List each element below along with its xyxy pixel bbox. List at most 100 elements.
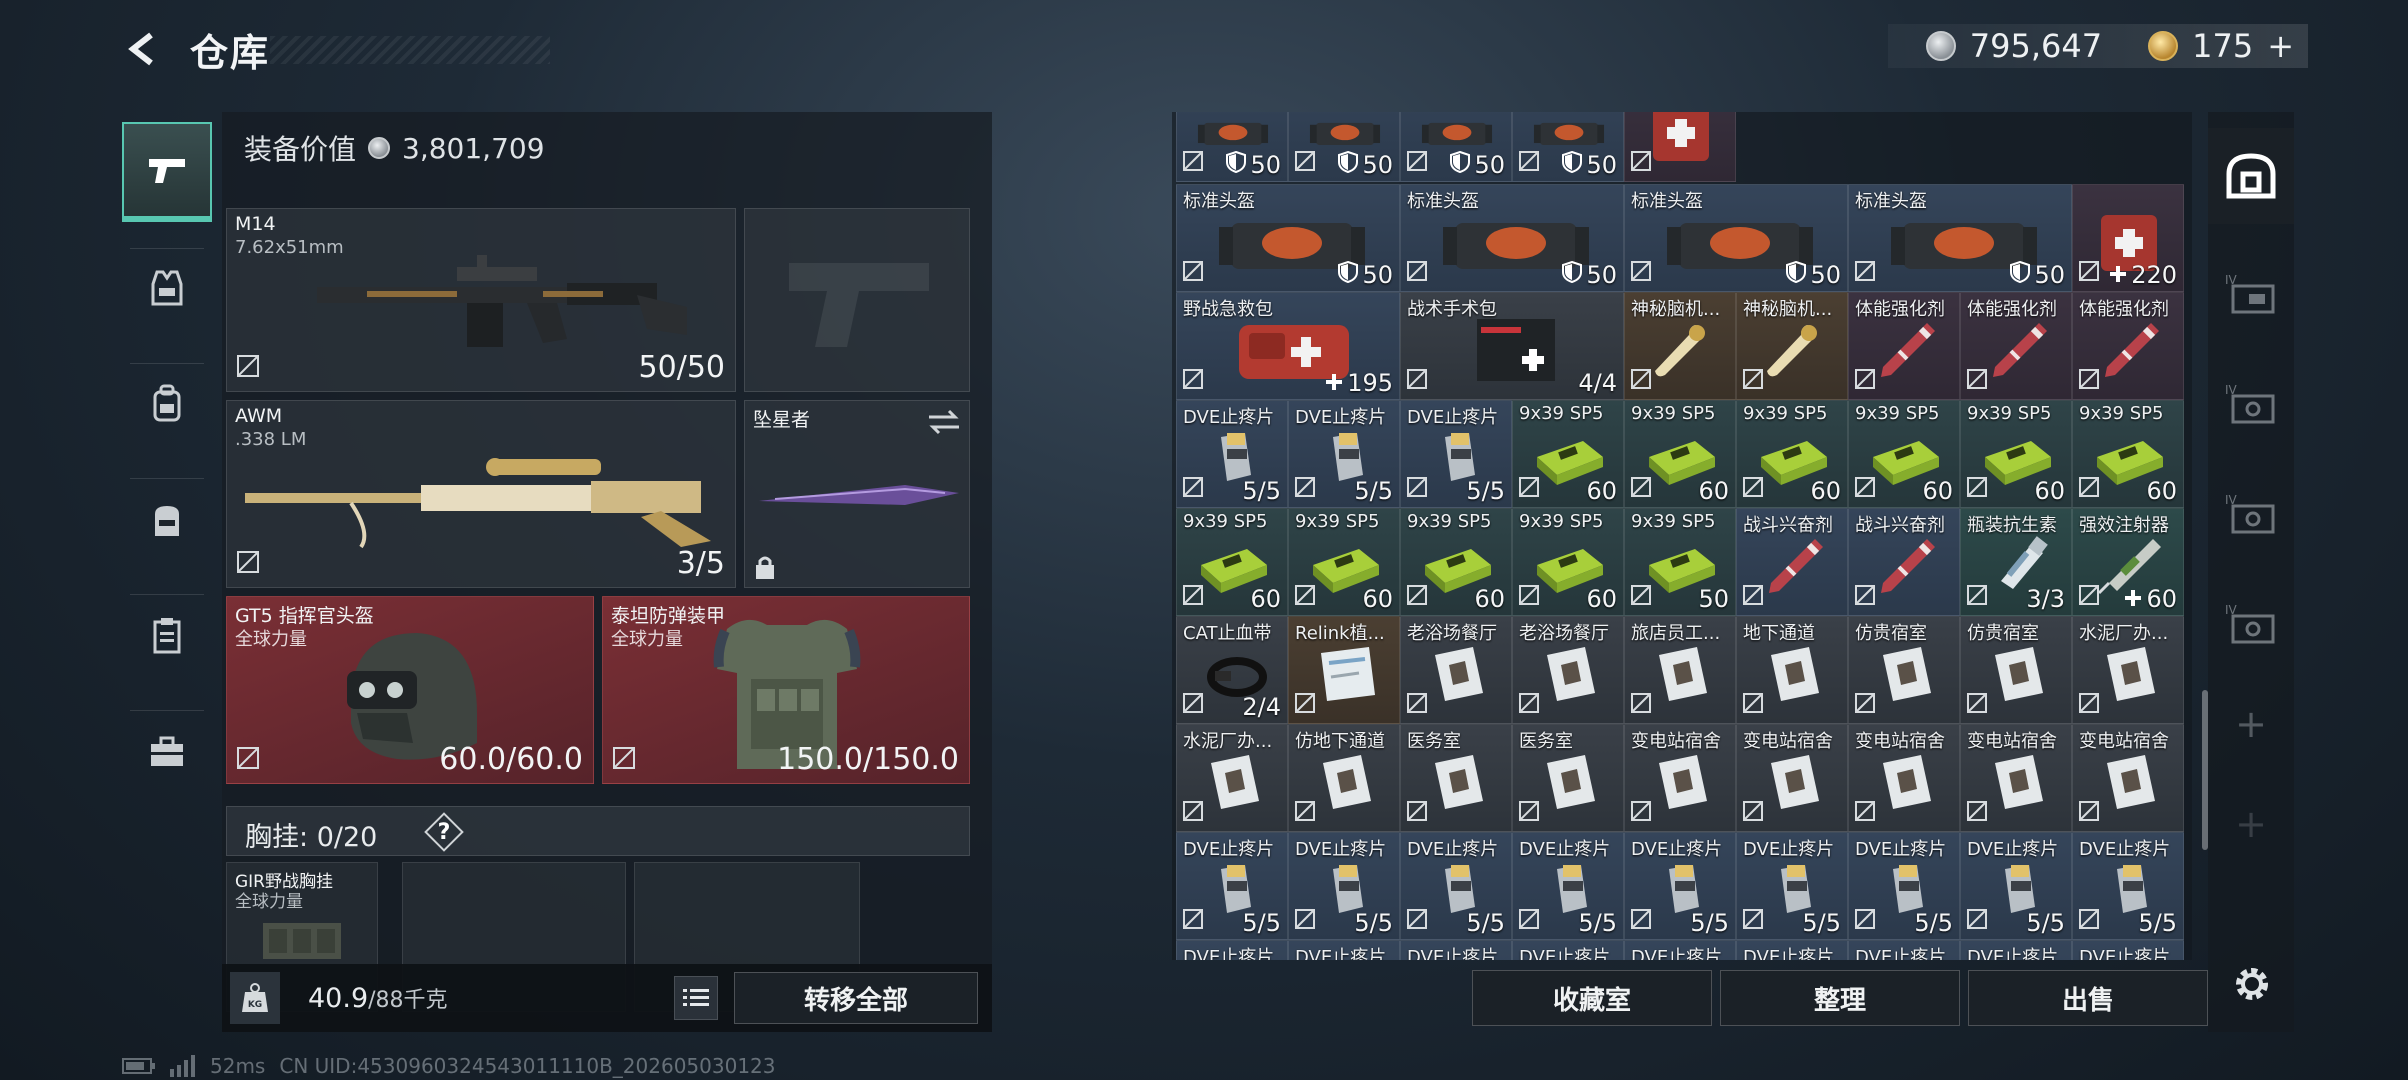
- warehouse-item[interactable]: 体能强化剂: [1848, 292, 1960, 400]
- primary-weapon-slot[interactable]: M14 7.62x51mm 50/50: [226, 208, 736, 392]
- warehouse-item[interactable]: DVE止疼片 5/5: [1624, 832, 1736, 940]
- armor-slot[interactable]: 泰坦防弹装甲 全球力量 150.0/150.0: [602, 596, 970, 784]
- warehouse-grid-panel[interactable]: 50 50 50 50 标准头盔 50 标准头盔 50 标准头盔 50 标准头盔 50 220 野战急救包…: [1172, 112, 2192, 960]
- warehouse-item[interactable]: 变电站宿舍: [1960, 724, 2072, 832]
- warehouse-item[interactable]: DVE止疼片 5/5: [1288, 832, 1400, 940]
- warehouse-item[interactable]: 仿贵宿室: [1960, 616, 2072, 724]
- warehouse-item[interactable]: DVE止疼片 5/5: [1400, 400, 1512, 508]
- warehouse-item[interactable]: DVE止疼片: [1736, 940, 1848, 960]
- organize-button[interactable]: 整理: [1720, 970, 1960, 1026]
- help-icon[interactable]: ?: [427, 815, 461, 849]
- warehouse-item[interactable]: 变电站宿舍: [1848, 724, 1960, 832]
- rail-item-case-1[interactable]: IV: [2208, 246, 2294, 342]
- warehouse-item[interactable]: 旅店员工...: [1624, 616, 1736, 724]
- warehouse-item[interactable]: 神秘脑机...: [1624, 292, 1736, 400]
- warehouse-item[interactable]: 战术手术包 4/4: [1400, 292, 1624, 400]
- warehouse-item[interactable]: 标准头盔 50: [1400, 184, 1624, 292]
- warehouse-item[interactable]: DVE止疼片: [1624, 940, 1736, 960]
- collection-room-button[interactable]: 收藏室: [1472, 970, 1712, 1026]
- warehouse-item[interactable]: DVE止疼片: [1848, 940, 1960, 960]
- sell-button[interactable]: 出售: [1968, 970, 2208, 1026]
- warehouse-item[interactable]: DVE止疼片: [1960, 940, 2072, 960]
- rail-item-toolbox[interactable]: [122, 702, 212, 802]
- warehouse-item[interactable]: CAT止血带 2/4: [1176, 616, 1288, 724]
- warehouse-item[interactable]: 9x39 SP5 60: [1512, 508, 1624, 616]
- warehouse-item[interactable]: 地下通道: [1736, 616, 1848, 724]
- warehouse-item[interactable]: DVE止疼片 5/5: [1288, 400, 1400, 508]
- warehouse-item[interactable]: 医务室: [1400, 724, 1512, 832]
- rail-item-bag[interactable]: [122, 470, 212, 570]
- warehouse-item[interactable]: 神秘脑机...: [1736, 292, 1848, 400]
- secondary-weapon-slot[interactable]: AWM .338 LM 3/5: [226, 400, 736, 588]
- warehouse-item[interactable]: 变电站宿舍: [1736, 724, 1848, 832]
- warehouse-item[interactable]: Relink植...: [1288, 616, 1400, 724]
- warehouse-item[interactable]: 50: [1400, 112, 1512, 182]
- warehouse-item[interactable]: 9x39 SP5 60: [1400, 508, 1512, 616]
- warehouse-item[interactable]: DVE止疼片: [1512, 940, 1624, 960]
- rail-item-weapons[interactable]: [122, 122, 212, 222]
- warehouse-item[interactable]: 仿贵宿室: [1848, 616, 1960, 724]
- back-button[interactable]: [118, 24, 168, 74]
- swap-icon[interactable]: [927, 409, 961, 435]
- gold-add-button[interactable]: +: [2267, 27, 2294, 65]
- warehouse-item[interactable]: 9x39 SP5 60: [1960, 400, 2072, 508]
- warehouse-item[interactable]: 野战急救包 195: [1176, 292, 1400, 400]
- warehouse-item[interactable]: 水泥厂办...: [1176, 724, 1288, 832]
- warehouse-item[interactable]: 老浴场餐厅: [1400, 616, 1512, 724]
- warehouse-item[interactable]: 9x39 SP5 60: [1176, 508, 1288, 616]
- warehouse-item[interactable]: 9x39 SP5 60: [2072, 400, 2184, 508]
- warehouse-item[interactable]: 水泥厂办...: [2072, 616, 2184, 724]
- warehouse-item[interactable]: 220: [2072, 184, 2184, 292]
- transfer-all-button[interactable]: 转移全部: [734, 972, 978, 1024]
- warehouse-item[interactable]: DVE止疼片 5/5: [1176, 832, 1288, 940]
- rail-item-case-4[interactable]: IV: [2208, 576, 2294, 672]
- warehouse-item[interactable]: 战斗兴奋剂: [1736, 508, 1848, 616]
- warehouse-item[interactable]: DVE止疼片: [1288, 940, 1400, 960]
- warehouse-item[interactable]: DVE止疼片 5/5: [2072, 832, 2184, 940]
- rail-item-backpack[interactable]: [122, 354, 212, 454]
- rail-item-safe[interactable]: [2208, 128, 2294, 224]
- warehouse-item[interactable]: 强效注射器 60: [2072, 508, 2184, 616]
- rail-item-clipboard[interactable]: [122, 586, 212, 686]
- warehouse-item[interactable]: 体能强化剂: [2072, 292, 2184, 400]
- warehouse-item[interactable]: 50: [1512, 112, 1624, 182]
- warehouse-item[interactable]: 9x39 SP5 60: [1848, 400, 1960, 508]
- warehouse-item[interactable]: 战斗兴奋剂: [1848, 508, 1960, 616]
- warehouse-item[interactable]: 9x39 SP5 60: [1512, 400, 1624, 508]
- warehouse-item[interactable]: DVE止疼片 5/5: [1960, 832, 2072, 940]
- warehouse-item[interactable]: 50: [1288, 112, 1400, 182]
- warehouse-item[interactable]: DVE止疼片 5/5: [1176, 400, 1288, 508]
- warehouse-item[interactable]: 标准头盔 50: [1176, 184, 1400, 292]
- add-container-button[interactable]: +: [2208, 776, 2294, 872]
- warehouse-item[interactable]: 9x39 SP5 60: [1736, 400, 1848, 508]
- warehouse-item[interactable]: DVE止疼片 5/5: [1400, 832, 1512, 940]
- warehouse-item[interactable]: 9x39 SP5 60: [1624, 400, 1736, 508]
- list-view-button[interactable]: [674, 976, 718, 1020]
- warehouse-item[interactable]: DVE止疼片 5/5: [1848, 832, 1960, 940]
- warehouse-item[interactable]: DVE止疼片 5/5: [1512, 832, 1624, 940]
- rail-item-case-2[interactable]: IV: [2208, 356, 2294, 452]
- warehouse-item[interactable]: 标准头盔 50: [1624, 184, 1848, 292]
- warehouse-item[interactable]: 仿地下通道: [1288, 724, 1400, 832]
- warehouse-item[interactable]: 9x39 SP5 60: [1288, 508, 1400, 616]
- add-container-button[interactable]: +: [2208, 676, 2294, 772]
- warehouse-item[interactable]: 体能强化剂: [1960, 292, 2072, 400]
- warehouse-item[interactable]: 变电站宿舍: [1624, 724, 1736, 832]
- warehouse-item[interactable]: 医务室: [1512, 724, 1624, 832]
- helmet-slot[interactable]: GT5 指挥官头盔 全球力量 60.0/60.0: [226, 596, 594, 784]
- sidearm-slot-empty[interactable]: [744, 208, 970, 392]
- warehouse-item[interactable]: DVE止疼片: [2072, 940, 2184, 960]
- melee-slot[interactable]: 坠星者: [744, 400, 970, 588]
- warehouse-item[interactable]: 老浴场餐厅: [1512, 616, 1624, 724]
- warehouse-item[interactable]: 标准头盔 50: [1848, 184, 2072, 292]
- rail-item-vest[interactable]: [122, 238, 212, 338]
- warehouse-item[interactable]: DVE止疼片 5/5: [1736, 832, 1848, 940]
- settings-button[interactable]: [2220, 952, 2284, 1016]
- warehouse-item[interactable]: 9x39 SP5 50: [1624, 508, 1736, 616]
- rail-item-case-3[interactable]: IV: [2208, 466, 2294, 562]
- warehouse-item[interactable]: DVE止疼片: [1400, 940, 1512, 960]
- warehouse-item[interactable]: 变电站宿舍: [2072, 724, 2184, 832]
- warehouse-item[interactable]: DVE止疼片: [1176, 940, 1288, 960]
- warehouse-item[interactable]: 50: [1176, 112, 1288, 182]
- warehouse-item[interactable]: [1624, 112, 1736, 182]
